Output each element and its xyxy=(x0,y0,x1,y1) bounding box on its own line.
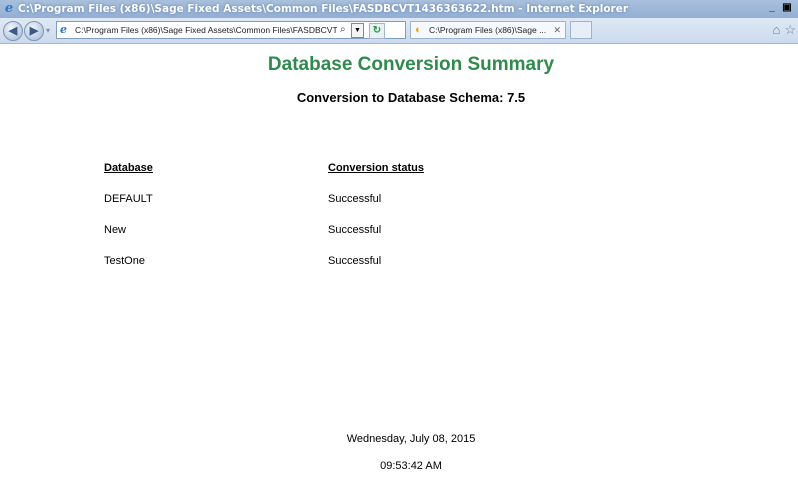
navigation-bar: ◀ ▶ ▾ e C:\Program Files (x86)\Sage Fixe… xyxy=(0,18,798,44)
page-icon: e xyxy=(60,23,67,36)
table-row-status: Successful xyxy=(328,224,382,236)
toolbar-icons: ⌂ ☆ xyxy=(772,22,796,38)
table-row-database: DEFAULT xyxy=(104,193,153,205)
address-dropdown-button[interactable]: ▼ xyxy=(351,23,364,38)
tab-close-icon[interactable]: ✕ xyxy=(553,22,561,38)
address-bar[interactable]: e C:\Program Files (x86)\Sage Fixed Asse… xyxy=(56,21,406,39)
title-bar: e C:\Program Files (x86)\Sage Fixed Asse… xyxy=(0,0,798,18)
tab-active[interactable]: ◐ C:\Program Files (x86)\Sage ... ✕ xyxy=(410,21,566,39)
tab-label: C:\Program Files (x86)\Sage ... xyxy=(429,25,547,35)
internet-explorer-icon: e xyxy=(4,1,14,16)
address-input[interactable]: C:\Program Files (x86)\Sage Fixed Assets… xyxy=(75,22,337,38)
back-button[interactable]: ◀ xyxy=(3,21,23,41)
refresh-button[interactable]: ↻ xyxy=(369,23,385,39)
home-icon[interactable]: ⌂ xyxy=(772,22,780,38)
minimize-button[interactable]: _ xyxy=(765,1,779,15)
maximize-button[interactable]: ▣ xyxy=(780,1,794,15)
history-dropdown-icon[interactable]: ▾ xyxy=(46,26,50,35)
forward-button[interactable]: ▶ xyxy=(24,21,44,41)
report-date: Wednesday, July 08, 2015 xyxy=(346,433,476,445)
table-row-status: Successful xyxy=(328,193,382,205)
table-row-database: TestOne xyxy=(104,255,145,267)
table-row-status: Successful xyxy=(328,255,382,267)
status-column-header: Conversion status xyxy=(328,162,424,174)
search-icon[interactable]: ⌕ xyxy=(340,22,346,38)
new-tab-button[interactable] xyxy=(570,21,592,39)
window-title: C:\Program Files (x86)\Sage Fixed Assets… xyxy=(18,3,629,15)
window-controls: _ ▣ xyxy=(765,1,794,17)
report-time: 09:53:42 AM xyxy=(380,460,442,472)
page-content: Database Conversion Summary Conversion t… xyxy=(0,44,798,485)
table-row-database: New xyxy=(104,224,127,236)
page-subtitle: Conversion to Database Schema: 7.5 xyxy=(296,90,526,105)
browser-window: e C:\Program Files (x86)\Sage Fixed Asse… xyxy=(0,0,798,485)
database-column-header: Database xyxy=(104,162,153,174)
tab-page-icon: ◐ xyxy=(415,24,422,36)
page-title: Database Conversion Summary xyxy=(267,54,555,75)
favorites-icon[interactable]: ☆ xyxy=(784,22,796,38)
